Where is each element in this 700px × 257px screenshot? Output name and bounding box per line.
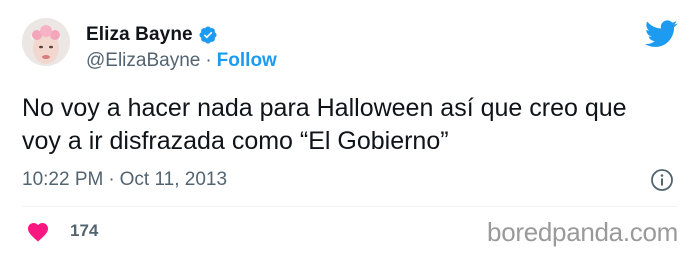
tweet-card: Eliza Bayne @ElizaBayne · Follow No voy … [0, 0, 700, 257]
avatar-image [22, 18, 70, 66]
tweet-meta: 10:22 PM · Oct 11, 2013 [22, 169, 227, 191]
verified-badge-icon [199, 26, 217, 44]
divider [22, 206, 678, 207]
follow-button[interactable]: Follow [217, 50, 277, 72]
watermark: boredpanda.com [487, 217, 678, 247]
tweet-time[interactable]: 10:22 PM [22, 169, 103, 191]
name-row: Eliza Bayne [86, 24, 218, 46]
display-name[interactable]: Eliza Bayne [86, 24, 193, 46]
twitter-bird-icon[interactable] [645, 20, 678, 48]
avatar[interactable] [22, 18, 70, 66]
tweet-date[interactable]: Oct 11, 2013 [120, 169, 227, 191]
handle-separator: · [205, 50, 212, 71]
like-action[interactable]: 174 [26, 220, 98, 242]
heart-icon[interactable] [26, 220, 50, 242]
like-count: 174 [70, 221, 99, 240]
handle-row: @ElizaBayne · Follow [86, 50, 277, 72]
meta-separator: · [108, 169, 115, 190]
handle[interactable]: @ElizaBayne [86, 50, 200, 72]
info-icon[interactable] [650, 168, 674, 192]
tweet-text: No voy a hacer nada para Halloween así q… [22, 94, 627, 155]
